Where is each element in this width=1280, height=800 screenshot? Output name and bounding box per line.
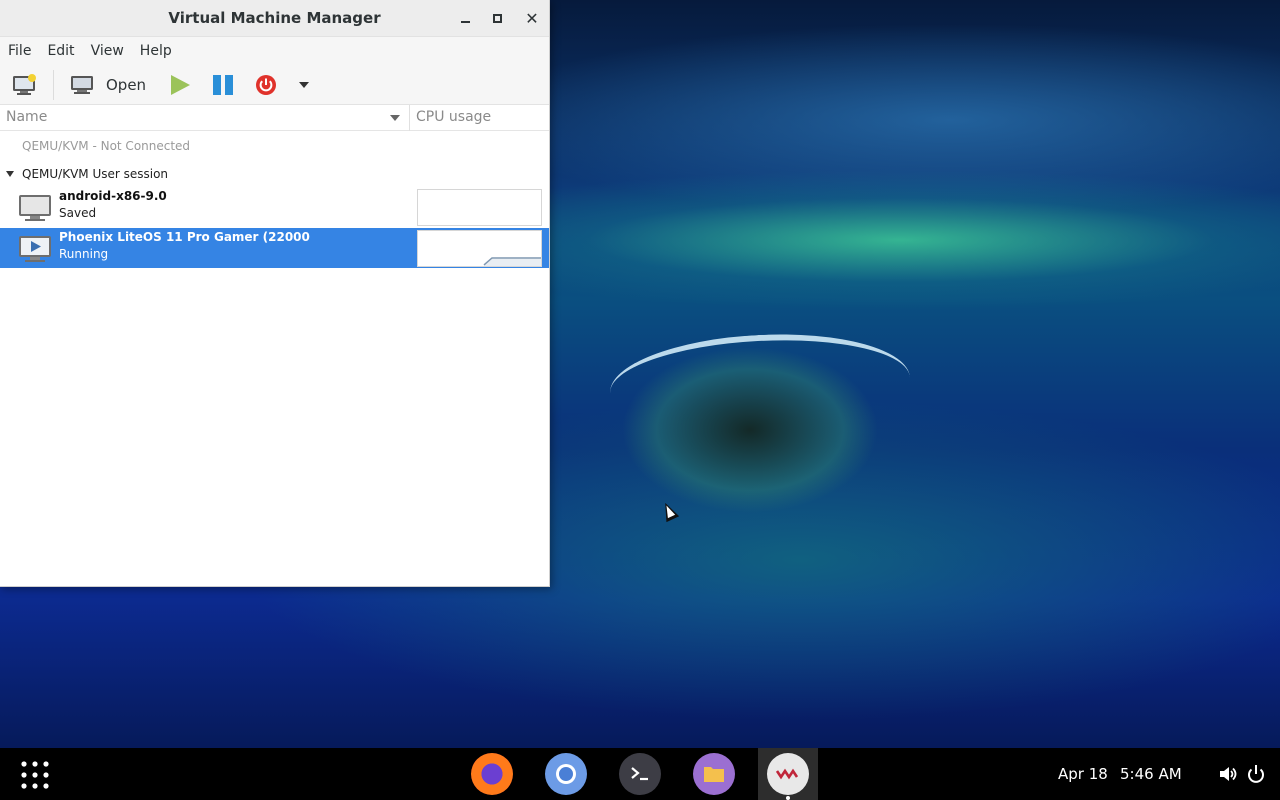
menu-bar: File Edit View Help <box>0 37 549 64</box>
menu-file[interactable]: File <box>8 43 31 59</box>
maximize-button[interactable] <box>487 8 507 28</box>
title-bar[interactable]: Virtual Machine Manager ✕ <box>0 0 549 37</box>
vm-running-icon <box>19 236 51 262</box>
close-button[interactable]: ✕ <box>522 8 542 28</box>
run-button[interactable] <box>169 72 191 98</box>
clock-label[interactable]: 5:46 AM <box>1120 765 1182 783</box>
running-indicator <box>786 796 790 800</box>
power-off-icon <box>256 75 276 95</box>
chevron-down-icon <box>299 82 309 88</box>
minimize-icon <box>460 21 470 23</box>
app-grid-icon[interactable] <box>20 760 50 790</box>
column-header-name[interactable]: Name <box>6 109 47 125</box>
toolbar-separator <box>53 70 54 100</box>
files-icon[interactable] <box>693 753 735 795</box>
column-header-cpu[interactable]: CPU usage <box>416 109 491 125</box>
open-button-label: Open <box>106 76 147 94</box>
expander-arrow-icon[interactable] <box>6 171 14 177</box>
cpu-usage-line <box>483 257 541 266</box>
shutdown-menu-button[interactable] <box>298 72 310 98</box>
cpu-usage-graph <box>417 230 542 267</box>
taskbar: Apr 18 5:46 AM <box>0 748 1280 800</box>
connection-row-user-session[interactable]: QEMU/KVM User session <box>22 167 168 181</box>
vm-name: android-x86-9.0 <box>59 189 167 203</box>
date-label[interactable]: Apr 18 <box>1058 765 1108 783</box>
monitor-icon <box>71 76 93 94</box>
shutdown-button[interactable] <box>255 72 277 98</box>
power-icon[interactable] <box>1246 763 1266 785</box>
chromium-glyph <box>556 764 576 784</box>
menu-view[interactable]: View <box>91 43 124 59</box>
column-header-row: Name CPU usage <box>0 105 549 131</box>
wallpaper-droplet <box>607 327 913 443</box>
volume-icon[interactable] <box>1218 764 1238 784</box>
pause-button[interactable] <box>212 72 234 98</box>
menu-edit[interactable]: Edit <box>47 43 74 59</box>
connection-row-not-connected[interactable]: QEMU/KVM - Not Connected <box>22 139 190 153</box>
vm-row-selected[interactable]: Phoenix LiteOS 11 Pro Gamer (22000 Runni… <box>0 228 549 268</box>
vm-name: Phoenix LiteOS 11 Pro Gamer (22000 <box>59 230 310 244</box>
cpu-usage-graph <box>417 189 542 226</box>
virt-manager-icon[interactable] <box>767 753 809 795</box>
vm-status: Running <box>59 247 109 261</box>
new-vm-icon <box>13 74 36 95</box>
firefox-icon[interactable] <box>471 753 513 795</box>
toolbar: Open <box>0 64 549 105</box>
vm-row[interactable]: android-x86-9.0 Saved <box>0 187 549 227</box>
open-button[interactable]: Open <box>70 72 146 98</box>
vm-saved-icon <box>19 195 51 221</box>
chromium-icon[interactable] <box>545 753 587 795</box>
column-divider[interactable] <box>409 105 410 131</box>
vm-status: Saved <box>59 206 97 220</box>
vm-logo-glyph <box>775 768 799 780</box>
menu-help[interactable]: Help <box>140 43 172 59</box>
vmm-window: Virtual Machine Manager ✕ File Edit View… <box>0 0 550 587</box>
terminal-icon[interactable] <box>619 753 661 795</box>
close-icon: ✕ <box>525 8 539 28</box>
sort-arrow-icon[interactable] <box>390 115 400 121</box>
minimize-button[interactable] <box>455 8 475 28</box>
new-vm-button[interactable] <box>12 72 38 98</box>
folder-glyph <box>704 767 724 782</box>
play-icon <box>171 75 190 95</box>
terminal-glyph <box>631 767 648 781</box>
maximize-icon <box>492 13 502 23</box>
pause-icon <box>213 75 233 95</box>
